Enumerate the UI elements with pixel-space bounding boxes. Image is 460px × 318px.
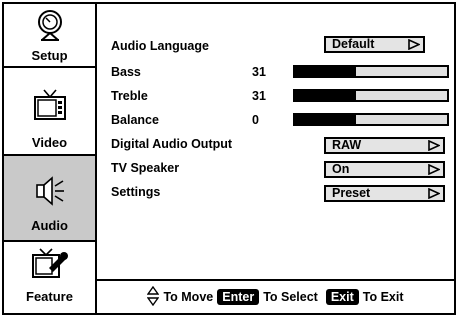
tv-speaker-value: On bbox=[332, 162, 350, 176]
select-hint-text: To Select bbox=[263, 290, 318, 304]
digital-audio-output-label: Digital Audio Output bbox=[111, 137, 233, 151]
arrow-right-icon bbox=[428, 187, 441, 202]
navigation-hint-bar: To Move Enter To Select Exit To Exit bbox=[97, 279, 454, 313]
balance-value: 0 bbox=[252, 113, 259, 127]
arrow-right-icon bbox=[428, 139, 441, 154]
arrow-right-icon bbox=[428, 163, 441, 178]
settings-select[interactable]: Preset bbox=[324, 185, 445, 202]
osd-menu-frame: Setup Video Audio Feature Audio Language… bbox=[2, 2, 456, 315]
audio-language-label: Audio Language bbox=[111, 39, 209, 53]
bass-slider[interactable] bbox=[293, 65, 449, 78]
up-down-arrows-icon bbox=[147, 285, 160, 309]
sidebar-item-label: Feature bbox=[26, 289, 73, 304]
audio-language-value: Default bbox=[332, 37, 375, 51]
treble-value: 31 bbox=[252, 89, 266, 103]
treble-label: Treble bbox=[111, 89, 148, 103]
treble-slider-fill bbox=[295, 91, 356, 100]
treble-slider[interactable] bbox=[293, 89, 449, 102]
settings-value: Preset bbox=[332, 186, 371, 200]
sidebar-item-video[interactable]: Video bbox=[4, 68, 95, 156]
digital-audio-output-value: RAW bbox=[332, 138, 362, 152]
balance-label: Balance bbox=[111, 113, 159, 127]
arrow-right-icon bbox=[408, 38, 421, 53]
sidebar-item-feature[interactable]: Feature bbox=[4, 242, 95, 313]
audio-settings-panel: Audio Language Default Bass 31 Treble 31… bbox=[97, 4, 454, 277]
exit-hint-text: To Exit bbox=[362, 290, 404, 304]
sidebar-item-audio[interactable]: Audio bbox=[4, 156, 95, 242]
tv-icon bbox=[4, 88, 95, 122]
enter-key-badge: Enter bbox=[217, 289, 260, 305]
sidebar-item-setup[interactable]: Setup bbox=[4, 4, 95, 68]
tv-wrench-icon bbox=[4, 248, 95, 280]
sidebar-item-label: Audio bbox=[31, 218, 68, 233]
move-hint-text: To Move bbox=[163, 290, 214, 304]
sidebar: Setup Video Audio Feature bbox=[4, 4, 97, 313]
sidebar-item-label: Video bbox=[31, 135, 68, 150]
exit-key-badge: Exit bbox=[325, 289, 359, 305]
digital-audio-output-select[interactable]: RAW bbox=[324, 137, 445, 154]
balance-slider[interactable] bbox=[293, 113, 449, 126]
tv-speaker-select[interactable]: On bbox=[324, 161, 445, 178]
bass-value: 31 bbox=[252, 65, 266, 79]
balance-slider-fill bbox=[295, 115, 356, 124]
setup-dial-icon bbox=[4, 10, 95, 42]
audio-language-select[interactable]: Default bbox=[324, 36, 425, 53]
settings-label: Settings bbox=[111, 185, 161, 199]
tv-speaker-label: TV Speaker bbox=[111, 161, 180, 175]
sidebar-item-label: Setup bbox=[31, 48, 68, 63]
speaker-icon bbox=[4, 174, 95, 208]
bass-label: Bass bbox=[111, 65, 141, 79]
bass-slider-fill bbox=[295, 67, 356, 76]
